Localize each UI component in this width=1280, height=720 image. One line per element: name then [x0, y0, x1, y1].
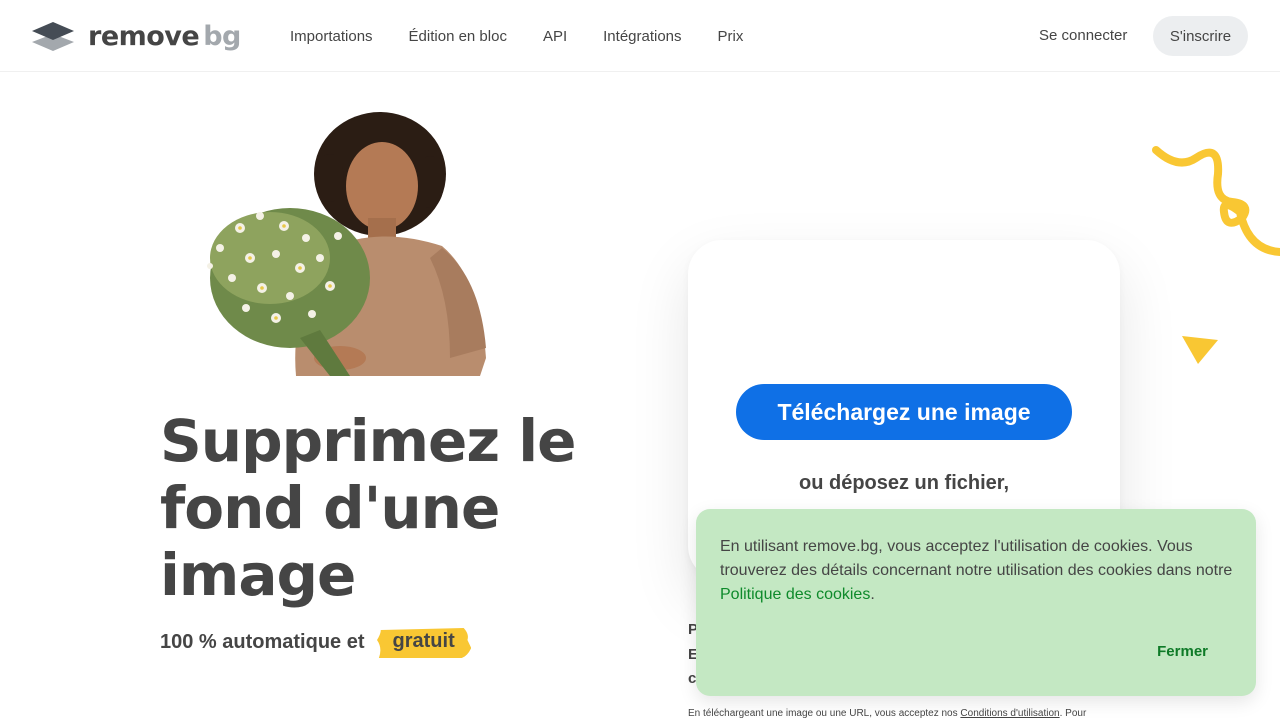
nav-bulk-edit[interactable]: Édition en bloc — [409, 28, 507, 45]
signin-link[interactable]: Se connecter — [1039, 27, 1127, 44]
free-badge: gratuit — [376, 628, 471, 658]
terms-link[interactable]: Conditions d'utilisation — [960, 708, 1059, 719]
logo-text: remove bg — [88, 20, 241, 52]
site-header: remove bg Importations Édition en bloc AP… — [0, 0, 1280, 72]
hero-title-line-3: image — [160, 541, 356, 609]
cookie-policy-link[interactable]: Politique des cookies — [720, 586, 870, 603]
triangle-decoration-icon — [1182, 336, 1218, 364]
nav-pricing[interactable]: Prix — [718, 28, 744, 45]
main-nav: Importations Édition en bloc API Intégra… — [290, 0, 779, 72]
layers-icon — [32, 22, 74, 51]
nav-importations[interactable]: Importations — [290, 28, 373, 45]
drop-file-text: ou déposez un fichier, — [798, 472, 1010, 494]
squiggle-decoration-icon — [1152, 146, 1280, 256]
logo[interactable]: remove bg — [30, 18, 241, 54]
subtitle-text: 100 % automatique et — [160, 631, 365, 653]
signup-button[interactable]: S'inscrire — [1153, 16, 1248, 56]
hero-image — [207, 112, 486, 376]
terms-notice: En téléchargeant une image ou une URL, v… — [688, 708, 1087, 719]
hero-title: Supprimez le fond d'une image — [160, 408, 630, 609]
hero-title-line-1: Supprimez le — [160, 407, 577, 475]
cookie-text: En utilisant remove.bg, vous acceptez l'… — [720, 538, 1233, 603]
upload-image-button[interactable]: Téléchargez une image — [736, 384, 1072, 440]
cookie-banner: En utilisant remove.bg, vous acceptez l'… — [696, 509, 1256, 696]
hero-subtitle: 100 % automatique et gratuit — [160, 628, 471, 658]
cookie-close-button[interactable]: Fermer — [1157, 643, 1208, 660]
hero-title-line-2: fond d'une — [160, 474, 500, 542]
nav-api[interactable]: API — [543, 28, 567, 45]
nav-integrations[interactable]: Intégrations — [603, 28, 681, 45]
